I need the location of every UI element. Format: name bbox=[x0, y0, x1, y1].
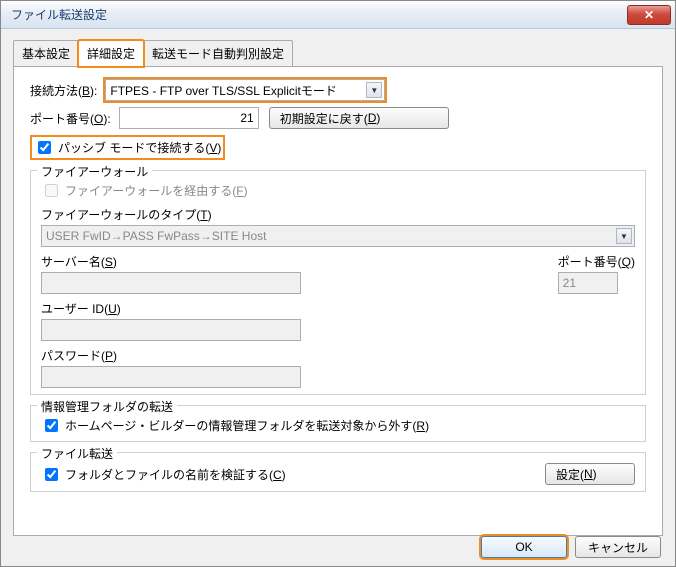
firewall-pass-label: パスワード(P) bbox=[41, 347, 635, 364]
exclude-mgmt-folder-checkbox-input[interactable] bbox=[45, 419, 58, 432]
tab-transfer-mode[interactable]: 転送モード自動判別設定 bbox=[143, 40, 293, 66]
chevron-down-icon: ▼ bbox=[616, 228, 632, 244]
validate-names-checkbox-input[interactable] bbox=[45, 468, 58, 481]
passive-mode-row: パッシブ モードで接続する(V) bbox=[30, 135, 646, 160]
connection-method-value: FTPES - FTP over TLS/SSL Explicitモード bbox=[110, 82, 337, 99]
firewall-user-label: ユーザー ID(U) bbox=[41, 300, 635, 317]
firewall-port-input bbox=[558, 272, 618, 294]
mgmt-folder-legend: 情報管理フォルダの転送 bbox=[37, 398, 177, 415]
tab-detail[interactable]: 詳細設定 bbox=[78, 40, 144, 67]
firewall-type-label: ファイアーウォールのタイプ(T) bbox=[41, 208, 212, 222]
file-transfer-settings-button[interactable]: 設定(N) bbox=[545, 463, 635, 485]
file-transfer-legend: ファイル転送 bbox=[37, 445, 117, 462]
close-button[interactable]: ✕ bbox=[627, 5, 671, 25]
passive-mode-checkbox-input[interactable] bbox=[38, 141, 51, 154]
port-row: ポート番号(O): 初期設定に戻す(D) bbox=[30, 107, 646, 129]
tab-basic[interactable]: 基本設定 bbox=[13, 40, 79, 66]
mgmt-folder-group: 情報管理フォルダの転送 ホームページ・ビルダーの情報管理フォルダを転送対象から外… bbox=[30, 405, 646, 442]
connection-method-row: 接続方法(B): FTPES - FTP over TLS/SSL Explic… bbox=[30, 79, 646, 101]
file-transfer-group: ファイル転送 フォルダとファイルの名前を検証する(C) 設定(N) bbox=[30, 452, 646, 492]
use-firewall-checkbox[interactable]: ファイアーウォールを経由する(F) bbox=[41, 181, 248, 200]
firewall-type-value: USER FwID→PASS FwPass→SITE Host bbox=[46, 229, 266, 243]
ok-button[interactable]: OK bbox=[481, 536, 567, 558]
connection-method-dropdown[interactable]: FTPES - FTP over TLS/SSL Explicitモード ▼ bbox=[105, 79, 385, 101]
reset-defaults-button[interactable]: 初期設定に戻す(D) bbox=[269, 107, 449, 129]
firewall-type-dropdown: USER FwID→PASS FwPass→SITE Host ▼ bbox=[41, 225, 635, 247]
dialog-window: ファイル転送設定 ✕ 基本設定 詳細設定 転送モード自動判別設定 接続方法(B)… bbox=[0, 0, 676, 567]
firewall-server-label: サーバー名(S) bbox=[41, 253, 538, 270]
passive-mode-checkbox[interactable]: パッシブ モードで接続する(V) bbox=[34, 138, 221, 157]
chevron-down-icon: ▼ bbox=[366, 82, 382, 98]
use-firewall-checkbox-input[interactable] bbox=[45, 184, 58, 197]
exclude-mgmt-folder-checkbox[interactable]: ホームページ・ビルダーの情報管理フォルダを転送対象から外す(R) bbox=[41, 416, 429, 435]
firewall-port-label: ポート番号(Q) bbox=[558, 253, 635, 270]
dialog-button-bar: OK キャンセル bbox=[481, 536, 661, 558]
firewall-server-input bbox=[41, 272, 301, 294]
tab-strip: 基本設定 詳細設定 転送モード自動判別設定 bbox=[13, 40, 663, 67]
firewall-group: ファイアーウォール ファイアーウォールを経由する(F) ファイアーウォールのタイ… bbox=[30, 170, 646, 395]
firewall-legend: ファイアーウォール bbox=[37, 163, 152, 180]
content-area: 基本設定 詳細設定 転送モード自動判別設定 接続方法(B): FTPES - F… bbox=[1, 29, 675, 536]
cancel-button[interactable]: キャンセル bbox=[575, 536, 661, 558]
window-title: ファイル転送設定 bbox=[11, 6, 107, 23]
port-label: ポート番号(O): bbox=[30, 110, 111, 127]
tab-panel-detail: 接続方法(B): FTPES - FTP over TLS/SSL Explic… bbox=[13, 66, 663, 536]
close-icon: ✕ bbox=[644, 8, 654, 22]
port-input[interactable] bbox=[119, 107, 259, 129]
titlebar: ファイル転送設定 ✕ bbox=[1, 1, 675, 29]
firewall-pass-input bbox=[41, 366, 301, 388]
validate-names-checkbox[interactable]: フォルダとファイルの名前を検証する(C) bbox=[41, 465, 286, 484]
connection-method-label: 接続方法(B): bbox=[30, 82, 97, 99]
firewall-user-input bbox=[41, 319, 301, 341]
